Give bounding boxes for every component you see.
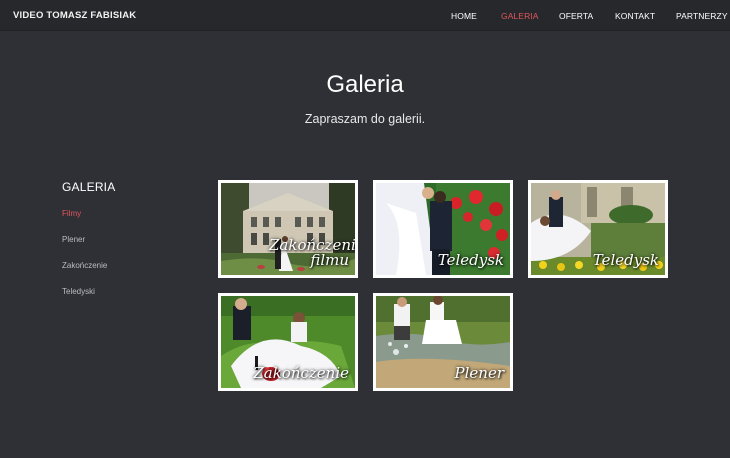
sidebar-item-filmy[interactable]: Filmy [62, 209, 81, 218]
sidebar-item-zakonczenie[interactable]: Zakończenie [62, 261, 107, 270]
page-subtitle: Zapraszam do galerii. [304, 112, 426, 126]
gallery-tile-teledysk-1[interactable]: Teledysk [373, 180, 513, 278]
tile-photo: Plener [376, 296, 510, 388]
tile-caption: Plener [454, 364, 504, 383]
tile-caption: Zakończenie [253, 364, 349, 383]
tile-caption: Teledysk [437, 251, 504, 270]
nav-item-kontakt[interactable]: KONTAKT [615, 11, 655, 21]
tile-photo: Teledysk [531, 183, 665, 275]
top-navbar: VIDEO TOMASZ FABISIAK HOME GALERIA OFERT… [0, 0, 730, 31]
tile-caption: Teledysk [592, 251, 659, 270]
sidebar-item-plener[interactable]: Plener [62, 235, 85, 244]
page-title: Galeria [326, 71, 404, 98]
gallery-tile-zakonczenie-filmu[interactable]: Zakończenie filmu [218, 180, 358, 278]
nav-item-home[interactable]: HOME [451, 11, 477, 21]
tile-photo: Teledysk [376, 183, 510, 275]
tile-photo: Zakończenie [221, 296, 355, 388]
tile-caption: Zakończenie filmu [269, 235, 355, 270]
sidebar-title: GALERIA [62, 180, 116, 194]
gallery-tile-zakonczenie[interactable]: Zakończenie [218, 293, 358, 391]
gallery-tile-teledysk-2[interactable]: Teledysk [528, 180, 668, 278]
nav-item-oferta[interactable]: OFERTA [559, 11, 593, 21]
nav-item-partnerzy[interactable]: PARTNERZY [676, 11, 728, 21]
sidebar-item-teledyski[interactable]: Teledyski [62, 287, 95, 296]
nav-item-galeria[interactable]: GALERIA [501, 11, 539, 21]
gallery-tile-plener[interactable]: Plener [373, 293, 513, 391]
brand-logo-text[interactable]: VIDEO TOMASZ FABISIAK [13, 10, 136, 21]
tile-photo: Zakończenie filmu [221, 183, 355, 275]
